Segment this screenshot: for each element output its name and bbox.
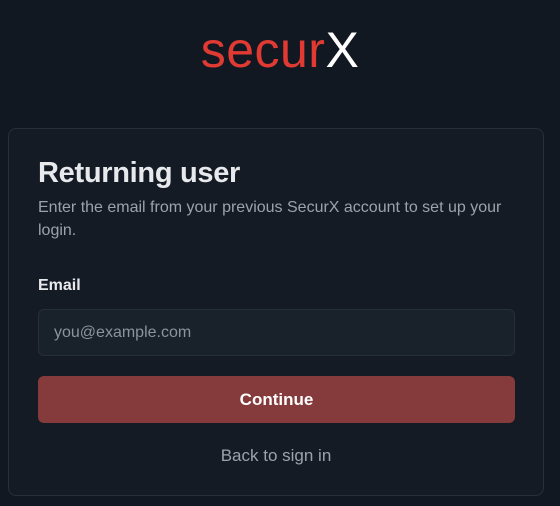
back-to-sign-in-link[interactable]: Back to sign in: [9, 445, 543, 467]
returning-user-card: Returning user Enter the email from your…: [8, 128, 544, 496]
logo-text-x: X: [325, 22, 360, 78]
securx-logo: securX: [0, 22, 560, 78]
logo-text-secur: secur: [200, 22, 326, 78]
email-input[interactable]: [38, 309, 515, 356]
card-title: Returning user: [38, 157, 241, 189]
continue-button[interactable]: Continue: [38, 376, 515, 423]
returning-user-page: securX Returning user Enter the email fr…: [0, 0, 560, 506]
email-label: Email: [38, 277, 81, 294]
card-description: Enter the email from your previous Secur…: [38, 199, 502, 239]
